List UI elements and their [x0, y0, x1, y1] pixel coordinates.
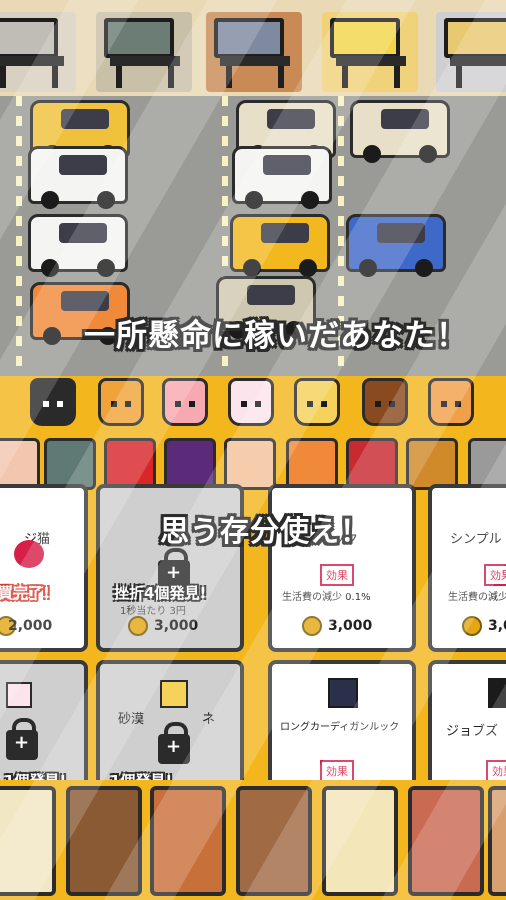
chair-item[interactable]	[436, 12, 506, 92]
shop-card[interactable]: シンプル 効果 生活費の減少 3,000	[428, 484, 506, 652]
shirt-icon[interactable]	[104, 438, 156, 490]
drawer-item[interactable]	[408, 786, 484, 896]
card-name: ロングカーディガンルック	[280, 722, 400, 733]
chair-item[interactable]	[96, 12, 192, 92]
monkey-icon[interactable]	[362, 378, 408, 426]
shirt-icon[interactable]	[286, 438, 338, 490]
drawer-item[interactable]	[322, 786, 398, 896]
effect-badge: 効果	[320, 564, 354, 586]
chair-item[interactable]	[322, 12, 418, 92]
headline-banner: 一所懸命に稼いだあなた！	[84, 318, 468, 354]
found-status: 挫折4個発見!	[114, 584, 207, 602]
shirt-icon[interactable]	[0, 438, 40, 490]
effect-text: 生活費の減少	[448, 592, 506, 603]
card-price: 3,000	[488, 618, 506, 634]
car-white	[232, 146, 332, 209]
card-price: 2,000	[8, 618, 53, 634]
car-yellow	[230, 214, 330, 277]
lane-marking	[16, 96, 22, 366]
effect-badge: 効果	[320, 760, 354, 782]
drawer-item[interactable]	[0, 786, 56, 896]
black-cat-icon[interactable]	[30, 378, 76, 426]
subheadline-banner: 思う存分使え！	[160, 514, 371, 548]
shirt-icon[interactable]	[224, 438, 276, 490]
card-name-suffix: ネ	[202, 712, 216, 727]
turtleneck-icon	[488, 678, 506, 708]
card-name: 砂漠	[118, 712, 145, 727]
car-white	[350, 100, 450, 163]
coin-icon	[128, 616, 148, 636]
car-blue	[346, 214, 446, 277]
lock-icon: +	[6, 718, 38, 760]
card-name: ジョブズ	[446, 724, 499, 739]
income-rate: 1秒当たり 3円	[120, 606, 186, 617]
shirt-icon[interactable]	[406, 438, 458, 490]
fox-icon[interactable]	[294, 378, 340, 426]
app-screen: ジ猫 買完了! 2,000 + 挫折4個発見! 1秒当たり 3円 3,000 ッ…	[0, 0, 506, 900]
effect-badge: 効果	[484, 564, 506, 586]
paw-icon	[14, 540, 44, 568]
shirt-icon[interactable]	[44, 438, 96, 490]
rabbit-icon	[6, 682, 32, 708]
lock-icon: +	[158, 722, 190, 764]
card-name: シンプル	[450, 532, 502, 547]
fox-icon	[160, 680, 188, 708]
drawer-item[interactable]	[66, 786, 142, 896]
cardigan-icon	[328, 678, 358, 708]
dog-icon[interactable]	[98, 378, 144, 426]
card-price: 3,000	[154, 618, 199, 634]
drawer-item[interactable]	[150, 786, 226, 896]
shirt-icon[interactable]	[346, 438, 398, 490]
car-white	[28, 146, 128, 209]
coin-icon	[302, 616, 322, 636]
card-price: 3,000	[328, 618, 373, 634]
furniture-strip-bottom	[0, 780, 506, 900]
coin-icon	[462, 616, 482, 636]
chair-item[interactable]	[0, 12, 76, 92]
shirt-icon[interactable]	[468, 438, 506, 490]
effect-text: 生活費の減少 0.1%	[282, 592, 371, 603]
purchase-status: 買完了!	[0, 584, 50, 602]
car-white	[28, 214, 128, 277]
pig-icon[interactable]	[162, 378, 208, 426]
cat-icon[interactable]	[428, 378, 474, 426]
drawer-item[interactable]	[488, 786, 506, 896]
drawer-item[interactable]	[236, 786, 312, 896]
rabbit-icon[interactable]	[228, 378, 274, 426]
shirt-icon[interactable]	[164, 438, 216, 490]
animal-row	[0, 372, 506, 434]
effect-badge: 効果	[486, 760, 506, 782]
shop-card[interactable]: ジ猫 買完了! 2,000	[0, 484, 88, 652]
chair-item[interactable]	[206, 12, 302, 92]
furniture-strip-top	[0, 0, 506, 96]
